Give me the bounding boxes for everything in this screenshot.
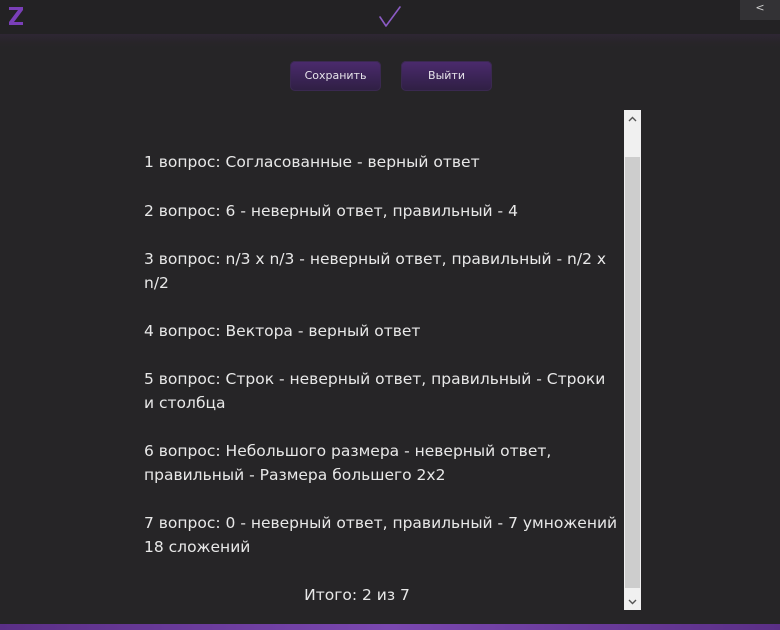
save-button[interactable]: Сохранить xyxy=(290,61,381,91)
vertical-scrollbar[interactable] xyxy=(624,110,641,610)
bottom-accent-bar xyxy=(0,624,780,630)
scroll-thumb[interactable] xyxy=(625,157,640,588)
result-line-3: 3 вопрос: n/3 x n/3 - неверный ответ, пр… xyxy=(144,250,607,292)
result-line-5: 5 вопрос: Строк - неверный ответ, правил… xyxy=(144,370,606,412)
result-line-4: 4 вопрос: Вектора - верный ответ xyxy=(144,322,421,340)
collapse-button[interactable]: < xyxy=(740,0,780,20)
result-line-7: 7 вопрос: 0 - неверный ответ, правильный… xyxy=(144,514,618,556)
check-icon xyxy=(379,6,401,27)
chevron-down-icon[interactable] xyxy=(624,593,641,610)
result-line-2: 2 вопрос: 6 - неверный ответ, правильный… xyxy=(144,202,518,220)
scroll-track[interactable] xyxy=(624,127,641,593)
title-bar: < xyxy=(0,0,780,34)
total-score: Итого: 2 из 7 xyxy=(304,586,410,604)
app-window: < Сохранить Выйти 1 вопрос: Согласованны… xyxy=(0,0,780,630)
header-divider xyxy=(0,34,780,48)
chevron-up-icon[interactable] xyxy=(624,110,641,127)
result-line-1: 1 вопрос: Согласованные - верный ответ xyxy=(144,153,480,171)
results-panel: 1 вопрос: Согласованные - верный ответ 2… xyxy=(128,110,624,610)
result-line-6: 6 вопрос: Небольшого размера - неверный … xyxy=(144,442,552,484)
exit-button[interactable]: Выйти xyxy=(401,61,492,91)
z-logo-icon xyxy=(9,7,23,25)
